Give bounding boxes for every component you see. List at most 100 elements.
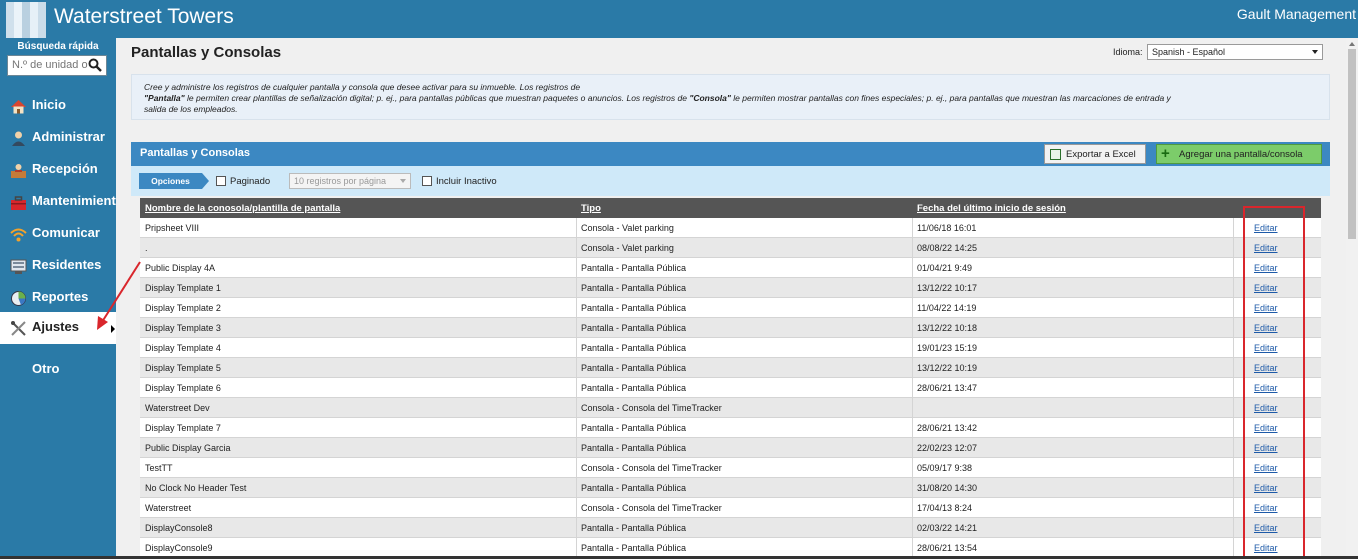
- cell-name: Waterstreet: [145, 503, 192, 513]
- info-bold-consola: "Consola": [689, 93, 731, 103]
- toolbox-icon: [11, 196, 26, 210]
- language-select[interactable]: Spanish - Español: [1147, 44, 1323, 60]
- scrollbar-thumb[interactable]: [1348, 49, 1356, 239]
- cell-name: Display Template 5: [145, 363, 221, 373]
- search-icon[interactable]: [88, 58, 102, 72]
- include-inactive-checkbox[interactable]: [422, 176, 432, 186]
- cell-type: Pantalla - Pantalla Pública: [581, 323, 687, 333]
- column-divider: [576, 378, 577, 398]
- column-header-type[interactable]: Tipo: [581, 203, 601, 214]
- sidebar-item-recepcion[interactable]: Recepción: [0, 154, 116, 186]
- column-divider: [912, 538, 913, 558]
- table-row: Display Template 3 Pantalla - Pantalla Pú…: [140, 318, 1321, 338]
- column-divider: [576, 238, 577, 258]
- info-description: Cree y administre los registros de cualq…: [131, 74, 1330, 120]
- column-divider: [1233, 538, 1234, 558]
- user-menu[interactable]: Gault Management: [1237, 6, 1356, 22]
- column-divider: [1233, 318, 1234, 338]
- table-row: TestTT Consola - Consola del TimeTracker 0…: [140, 458, 1321, 478]
- sidebar-item-administrar[interactable]: Administrar: [0, 122, 116, 154]
- sidebar-item-mantenimiento[interactable]: Mantenimiento: [0, 186, 124, 218]
- sidebar-item-ajustes[interactable]: Ajustes: [0, 312, 116, 344]
- column-divider: [912, 278, 913, 298]
- column-divider: [1233, 298, 1234, 318]
- column-divider: [1233, 278, 1234, 298]
- export-excel-label: Exportar a Excel: [1066, 149, 1136, 160]
- tools-icon: [11, 321, 26, 336]
- cell-type: Pantalla - Pantalla Pública: [581, 263, 687, 273]
- sidebar-item-otro[interactable]: Otro: [0, 354, 116, 386]
- cell-name: Pripsheet VIII: [145, 223, 200, 233]
- plus-icon: +: [1161, 145, 1170, 162]
- info-text: le permiten mostrar pantallas con fines …: [730, 93, 1171, 103]
- column-divider: [1233, 338, 1234, 358]
- cell-last-login: 02/03/22 14:21: [917, 523, 978, 533]
- info-line: salida de los empleados.: [144, 104, 238, 114]
- displays-table: Nombre de la conosola/plantilla de panta…: [140, 198, 1321, 559]
- column-divider: [576, 498, 577, 518]
- cell-name: DisplayConsole9: [145, 543, 213, 553]
- column-divider: [912, 418, 913, 438]
- sidebar-item-residentes[interactable]: Residentes: [0, 250, 116, 282]
- column-divider: [912, 218, 913, 238]
- table-row: Public Display Garcia Pantalla - Pantalla…: [140, 438, 1321, 458]
- sidebar-item-label: Ajustes: [32, 319, 79, 334]
- quick-search-input[interactable]: [12, 59, 90, 71]
- sidebar-item-inicio[interactable]: Inicio: [0, 90, 116, 122]
- quick-search-box: [7, 55, 107, 76]
- cell-last-login: 19/01/23 15:19: [917, 343, 978, 353]
- chevron-down-icon: [400, 179, 406, 183]
- vertical-scrollbar[interactable]: [1346, 38, 1358, 559]
- table-row: Display Template 4 Pantalla - Pantalla Pú…: [140, 338, 1321, 358]
- cell-name: .: [145, 243, 148, 253]
- export-excel-button[interactable]: Exportar a Excel: [1044, 144, 1146, 164]
- table-row: Waterstreet Consola - Consola del TimeTra…: [140, 498, 1321, 518]
- cell-type: Pantalla - Pantalla Pública: [581, 383, 687, 393]
- options-button[interactable]: Opciones: [139, 173, 209, 189]
- scroll-up-icon[interactable]: [1349, 42, 1355, 46]
- column-header-last-login[interactable]: Fecha del último inicio de sesión: [917, 203, 1066, 214]
- column-divider: [576, 278, 577, 298]
- column-header-name[interactable]: Nombre de la conosola/plantilla de panta…: [145, 203, 340, 214]
- cell-type: Consola - Consola del TimeTracker: [581, 503, 722, 513]
- cell-name: DisplayConsole8: [145, 523, 213, 533]
- column-divider: [1233, 398, 1234, 418]
- reception-icon: [11, 164, 26, 178]
- column-divider: [576, 338, 577, 358]
- column-divider: [576, 478, 577, 498]
- language-select-value: Spanish - Español: [1152, 47, 1226, 57]
- column-divider: [1233, 378, 1234, 398]
- cell-type: Pantalla - Pantalla Pública: [581, 523, 687, 533]
- table-row: Display Template 5 Pantalla - Pantalla Pú…: [140, 358, 1321, 378]
- add-display-button[interactable]: + Agregar una pantalla/consola: [1156, 144, 1322, 164]
- cell-type: Pantalla - Pantalla Pública: [581, 343, 687, 353]
- column-divider: [1233, 458, 1234, 478]
- sidebar-item-reportes[interactable]: Reportes: [0, 282, 116, 314]
- table-row: Pripsheet VIII Consola - Valet parking 11/…: [140, 218, 1321, 238]
- sidebar-item-label: Mantenimiento: [32, 193, 124, 208]
- column-divider: [912, 458, 913, 478]
- cell-last-login: 08/08/22 14:25: [917, 243, 978, 253]
- cell-name: TestTT: [145, 463, 173, 473]
- sidebar-item-label: Otro: [32, 361, 60, 376]
- top-header: Waterstreet Towers Gault Management: [0, 0, 1358, 38]
- main-content: Pantallas y Consolas Idioma: Spanish - E…: [116, 38, 1346, 559]
- column-divider: [912, 258, 913, 278]
- column-divider: [912, 318, 913, 338]
- cell-last-login: 17/04/13 8:24: [917, 503, 973, 513]
- column-divider: [912, 398, 913, 418]
- column-divider: [576, 418, 577, 438]
- user-admin-icon: [12, 131, 25, 146]
- cell-last-login: 01/04/21 9:49: [917, 263, 973, 273]
- sidebar-item-label: Reportes: [32, 289, 89, 304]
- sidebar-item-comunicar[interactable]: Comunicar: [0, 218, 116, 250]
- column-divider: [912, 518, 913, 538]
- cell-type: Consola - Consola del TimeTracker: [581, 463, 722, 473]
- records-per-page-select[interactable]: 10 registros por página: [289, 173, 411, 189]
- paged-checkbox[interactable]: [216, 176, 226, 186]
- table-row: Waterstreet Dev Consola - Consola del Tim…: [140, 398, 1321, 418]
- info-line: Cree y administre los registros de cualq…: [144, 82, 581, 92]
- column-divider: [1233, 438, 1234, 458]
- column-divider: [1233, 238, 1234, 258]
- cell-last-login: 31/08/20 14:30: [917, 483, 978, 493]
